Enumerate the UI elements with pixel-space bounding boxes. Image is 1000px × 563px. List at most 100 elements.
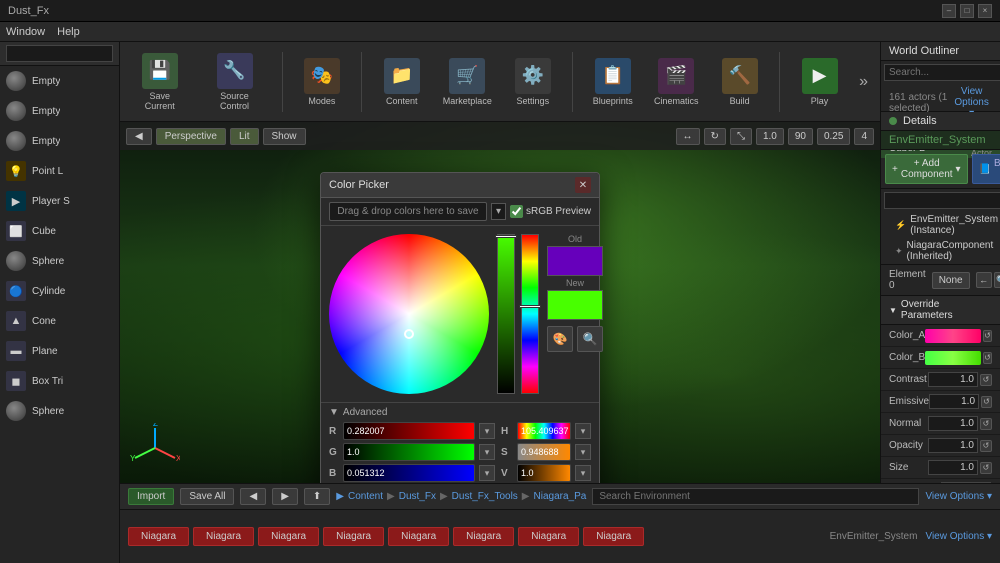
list-item[interactable]: 🔵 Cylinde bbox=[0, 276, 119, 306]
color-wheel[interactable] bbox=[329, 234, 489, 394]
element0-none-btn[interactable]: None bbox=[932, 272, 970, 289]
size-reset[interactable]: ↺ bbox=[980, 462, 992, 474]
blueprint-button[interactable]: 📘 Blueprint/Add Script bbox=[972, 154, 1000, 184]
element0-find-btn[interactable]: 🔍 bbox=[994, 272, 1000, 288]
viewport-nav-back[interactable]: ◀ bbox=[126, 128, 152, 145]
niagara-component[interactable]: ✦ NiagaraComponent (Inherited) bbox=[881, 238, 1000, 264]
list-item[interactable]: ▬ Plane bbox=[0, 336, 119, 366]
cinematics-button[interactable]: 🎬 Cinematics bbox=[648, 54, 704, 110]
list-item[interactable]: ▲ Cone bbox=[0, 306, 119, 336]
vp-fov-btn[interactable]: 90 bbox=[788, 128, 813, 145]
cb-nav-content-label[interactable]: Content bbox=[348, 491, 383, 502]
cb-view-options[interactable]: View Options ▾ bbox=[925, 491, 992, 502]
cb-back-btn[interactable]: ◀ bbox=[240, 488, 266, 505]
list-item[interactable]: Sphere bbox=[0, 246, 119, 276]
marketplace-button[interactable]: 🛒 Marketplace bbox=[437, 54, 497, 110]
show-button[interactable]: Show bbox=[263, 128, 306, 145]
vp-scale-btn[interactable]: ⤡ bbox=[730, 128, 752, 145]
cb-tab-1[interactable]: Niagara bbox=[193, 527, 254, 546]
contrast-reset[interactable]: ↺ bbox=[980, 374, 992, 386]
opacity-reset[interactable]: ↺ bbox=[980, 440, 992, 452]
maximize-button[interactable]: □ bbox=[960, 4, 974, 18]
list-item[interactable]: ▶ Player S bbox=[0, 186, 119, 216]
color-b-reset[interactable]: ↺ bbox=[983, 352, 992, 364]
list-item[interactable]: ◼ Box Tri bbox=[0, 366, 119, 396]
s-expand[interactable]: ▾ bbox=[575, 444, 591, 460]
add-component-button[interactable]: + + Add Component ▾ bbox=[885, 154, 968, 184]
modes-button[interactable]: 🎭 Modes bbox=[294, 54, 349, 110]
list-item[interactable]: Empty bbox=[0, 66, 119, 96]
srgb-checkbox[interactable] bbox=[510, 205, 523, 218]
list-item[interactable]: ⬜ Cube bbox=[0, 216, 119, 246]
cb-tab-0[interactable]: Niagara bbox=[128, 527, 189, 546]
dropzone-arrow[interactable]: ▾ bbox=[491, 203, 506, 220]
toolbar-more-button[interactable]: » bbox=[855, 73, 872, 91]
r-bar[interactable]: 0.282007 bbox=[343, 422, 475, 440]
normal-reset[interactable]: ↺ bbox=[980, 418, 992, 430]
cb-search-input[interactable] bbox=[592, 488, 919, 505]
g-bar[interactable]: 1.0 bbox=[343, 443, 475, 461]
s-bar[interactable]: 0.948688 bbox=[517, 443, 571, 461]
cb-tab-2[interactable]: Niagara bbox=[258, 527, 319, 546]
h-expand[interactable]: ▾ bbox=[575, 423, 591, 439]
vp-rotate-btn[interactable]: ↻ bbox=[704, 128, 726, 145]
lit-button[interactable]: Lit bbox=[230, 128, 259, 145]
vp-grid-btn[interactable]: 0.25 bbox=[817, 128, 850, 145]
color-a-swatch[interactable] bbox=[925, 329, 981, 343]
override-params-header[interactable]: ▼ Override Parameters bbox=[881, 296, 1000, 325]
hue-bar[interactable] bbox=[521, 234, 539, 394]
normal-input[interactable]: 1.0 bbox=[928, 416, 978, 431]
outliner-search-input[interactable] bbox=[884, 64, 1000, 81]
cb-tab-7[interactable]: Niagara bbox=[583, 527, 644, 546]
brightness-bar[interactable] bbox=[497, 234, 515, 394]
v-bar[interactable]: 1.0 bbox=[517, 464, 571, 482]
menu-help[interactable]: Help bbox=[57, 26, 80, 38]
cb-forward-btn[interactable]: ▶ bbox=[272, 488, 298, 505]
vp-translate-btn[interactable]: ↔ bbox=[676, 128, 700, 145]
blueprints-button[interactable]: 📋 Blueprints bbox=[585, 54, 640, 110]
menu-window[interactable]: Window bbox=[6, 26, 45, 38]
g-expand[interactable]: ▾ bbox=[479, 444, 495, 460]
play-button[interactable]: ▶ Play bbox=[792, 54, 847, 110]
list-item[interactable]: Empty bbox=[0, 96, 119, 126]
perspective-button[interactable]: Perspective bbox=[156, 128, 226, 145]
component-instance[interactable]: ⚡ EnvEmitter_System (Instance) bbox=[881, 212, 1000, 238]
viewport[interactable]: ◀ Perspective Lit Show ↔ ↻ bbox=[120, 122, 880, 483]
screen-picker-button[interactable]: 🔍 bbox=[577, 326, 603, 352]
settings-button[interactable]: ⚙️ Settings bbox=[505, 54, 560, 110]
source-control-button[interactable]: 🔧 Source Control bbox=[200, 49, 270, 115]
color-picker-close[interactable]: ✕ bbox=[575, 177, 591, 193]
build-button[interactable]: 🔨 Build bbox=[712, 54, 767, 110]
color-b-swatch[interactable] bbox=[925, 351, 981, 365]
cb-tab-5[interactable]: Niagara bbox=[453, 527, 514, 546]
save-current-button[interactable]: 💾 Save Current bbox=[128, 49, 192, 115]
emissive-input[interactable]: 1.0 bbox=[929, 394, 979, 409]
cb-nav-content[interactable]: ▶ bbox=[336, 491, 344, 502]
element0-browse-btn[interactable]: ← bbox=[976, 272, 992, 288]
cb-tab-3[interactable]: Niagara bbox=[323, 527, 384, 546]
advanced-header[interactable]: ▼ Advanced bbox=[329, 407, 591, 418]
opacity-input[interactable]: 1.0 bbox=[928, 438, 978, 453]
actor-search-input[interactable] bbox=[6, 45, 113, 62]
import-button[interactable]: Import bbox=[128, 488, 174, 505]
cb-tab-4[interactable]: Niagara bbox=[388, 527, 449, 546]
v-expand[interactable]: ▾ bbox=[575, 465, 591, 481]
color-a-reset[interactable]: ↺ bbox=[983, 330, 992, 342]
b-bar[interactable]: 0.051312 bbox=[343, 464, 475, 482]
list-item[interactable]: Empty bbox=[0, 126, 119, 156]
contrast-input[interactable]: 1.0 bbox=[928, 372, 978, 387]
minimize-button[interactable]: – bbox=[942, 4, 956, 18]
content-button[interactable]: 📁 Content bbox=[374, 54, 429, 110]
close-button[interactable]: × bbox=[978, 4, 992, 18]
cb-tab-6[interactable]: Niagara bbox=[518, 527, 579, 546]
h-bar[interactable]: 105.409637 bbox=[517, 422, 571, 440]
details-search-input[interactable] bbox=[884, 192, 1000, 209]
b-expand[interactable]: ▾ bbox=[479, 465, 495, 481]
emissive-reset[interactable]: ↺ bbox=[981, 396, 992, 408]
cb-up-btn[interactable]: ⬆ bbox=[304, 488, 330, 505]
cb-nav-dustfx[interactable]: Dust_Fx bbox=[399, 491, 436, 502]
r-expand[interactable]: ▾ bbox=[479, 423, 495, 439]
cb-view-options-2[interactable]: View Options ▾ bbox=[925, 531, 992, 542]
list-item[interactable]: Sphere bbox=[0, 396, 119, 426]
list-item[interactable]: 💡 Point L bbox=[0, 156, 119, 186]
